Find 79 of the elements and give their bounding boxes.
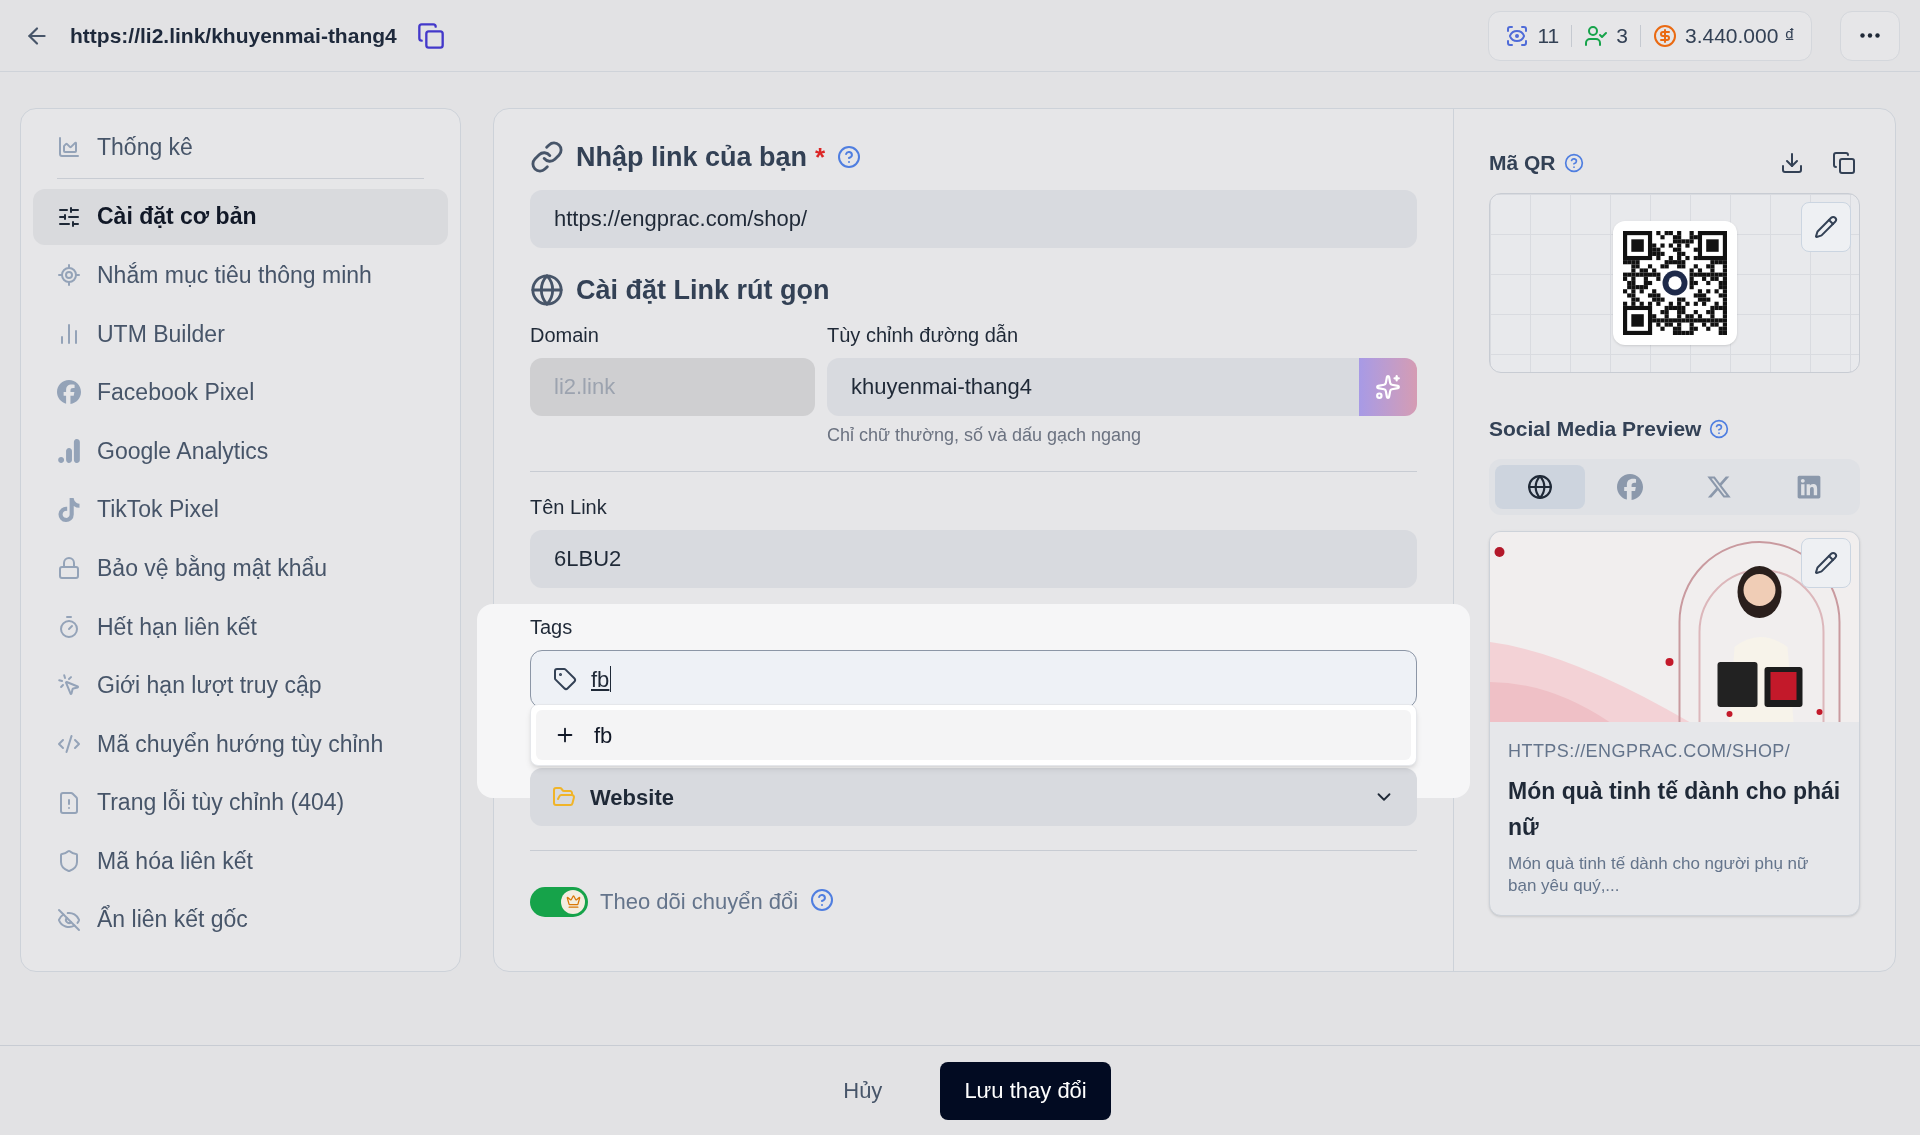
sidebar-item[interactable]: Facebook Pixel (33, 364, 448, 421)
target-icon (57, 263, 81, 288)
folder-select[interactable]: Website (530, 768, 1417, 826)
edit-icon (1814, 215, 1838, 239)
help-icon (837, 145, 862, 170)
edit-button[interactable] (1801, 537, 1851, 588)
globe-icon (1526, 473, 1553, 500)
facebook-icon (1616, 473, 1643, 500)
edit-icon (1814, 550, 1838, 575)
toggle-label: Theo dõi chuyển đổi (600, 888, 799, 916)
sidebar-item[interactable]: Hết hạn liên kết (33, 598, 448, 655)
sidebar-item[interactable]: Trang lỗi tùy chỉnh (404) (33, 774, 448, 831)
eye-scan-icon (1505, 23, 1530, 48)
sidebar-item[interactable]: Ẩn liên kết gốc (33, 891, 448, 948)
facebook-icon (57, 380, 81, 405)
stat-value: 3.440.000 ₫ (1684, 22, 1795, 49)
field-label: Tên Link (530, 495, 608, 520)
sidebar-item[interactable]: Cài đặt cơ bản (33, 188, 448, 245)
stat-value: 11 (1537, 22, 1560, 49)
shield-icon (57, 849, 81, 874)
user-check-icon (1584, 23, 1609, 48)
section-title: Nhập link của bạn (576, 141, 808, 174)
lock-icon (57, 556, 81, 581)
path-field[interactable]: khuyenmai-thang4 (827, 358, 1359, 416)
help-icon (1709, 418, 1730, 439)
edit-button[interactable] (1801, 202, 1851, 252)
x-logo-icon (1706, 473, 1733, 500)
link-icon (530, 140, 564, 175)
sidebar-item[interactable]: TikTok Pixel (33, 481, 448, 538)
section-title: Cài đặt Link rút gọn (576, 273, 830, 307)
social-preview-title: Social Media Preview (1489, 416, 1702, 442)
tags-input-text: fb (591, 665, 610, 694)
more-icon (1860, 33, 1880, 38)
download-icon (1780, 151, 1804, 175)
copy-icon (416, 21, 445, 50)
save-button[interactable]: Lưu thay đổi (940, 1061, 1111, 1120)
field-hint: Chỉ chữ thường, số và dấu gạch ngang (827, 424, 1143, 447)
copy-icon (1832, 151, 1856, 175)
short-link-url: https://li2.link/khuyenmai-thang4 (70, 22, 397, 49)
sidebar-item[interactable]: Bảo vệ bằng mật khẩu (33, 540, 448, 597)
required-mark: * (815, 140, 826, 174)
url-field[interactable]: https://engprac.com/shop/ (530, 189, 1417, 248)
preview-url: HTTPS://ENGPRAC.COM/SHOP/ (1508, 739, 1792, 763)
dollar-coin-icon (1652, 23, 1677, 48)
field-label: Domain (530, 323, 600, 348)
analytics-icon (57, 438, 81, 463)
tiktok-icon (57, 497, 81, 522)
sidebar-item[interactable]: Mã hóa liên kết (33, 833, 448, 890)
preview-description: Món quà tinh tế dành cho người phụ nữ bạn yêu quý,... (1508, 852, 1810, 897)
timer-icon (57, 614, 81, 639)
link-name-field[interactable]: 6LBU2 (530, 530, 1417, 588)
sidebar-item[interactable]: Nhắm mục tiêu thông minh (33, 247, 448, 304)
conversion-toggle[interactable] (530, 886, 588, 917)
platform-tab[interactable] (1495, 464, 1585, 509)
file-warning-icon (57, 790, 81, 815)
field-label: Tùy chỉnh đường dẫn (827, 323, 1020, 348)
sidebar-item[interactable]: Thống kê (33, 119, 448, 175)
cursor-click-icon (57, 673, 81, 698)
sparkle-icon (1375, 374, 1401, 400)
preview-headline: Món quà tinh tế dành cho phái nữ (1508, 776, 1841, 842)
folder-icon (552, 785, 576, 809)
help-icon (810, 887, 835, 912)
globe-icon (530, 272, 564, 307)
eye-off-icon (57, 907, 81, 932)
cancel-button[interactable]: Hủy (809, 1061, 917, 1120)
sidebar-item[interactable]: Mã chuyển hướng tùy chỉnh (33, 715, 448, 772)
linkedin-icon (1796, 473, 1823, 500)
create-tag-option[interactable]: fb (536, 710, 1411, 760)
sliders-icon (57, 204, 81, 229)
sidebar-item[interactable]: Giới hạn lượt truy cập (33, 657, 448, 714)
tag-icon (553, 667, 577, 691)
help-icon (1563, 153, 1584, 173)
qr-title: Mã QR (1489, 150, 1556, 177)
field-label: Tags (530, 615, 574, 640)
chart-icon (57, 135, 81, 159)
stat-value: 3 (1616, 22, 1628, 49)
sidebar-item[interactable]: Google Analytics (33, 422, 448, 479)
crown-icon (565, 894, 581, 909)
sidebar-item[interactable]: UTM Builder (33, 305, 448, 362)
